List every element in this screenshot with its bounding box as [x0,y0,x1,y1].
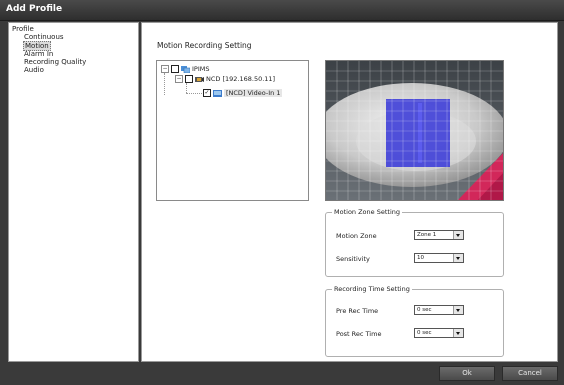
camera-icon [195,76,204,82]
motion-zone-label: Motion Zone [336,232,377,240]
collapse-icon[interactable]: − [175,75,183,83]
device-tree[interactable]: − IPIMS − NCD [192.168.50.11] ✓ [NCD] Vi… [156,60,309,201]
tree-item-alarm-in[interactable]: Alarm In [23,50,54,58]
sensitivity-label: Sensitivity [336,255,370,263]
tree-item-recording-quality[interactable]: Recording Quality [23,58,87,66]
tree-node-label: IPIMS [192,65,210,73]
pre-rec-time-select[interactable]: 0 sec [414,305,464,315]
post-rec-time-label: Post Rec Time [336,330,382,338]
tree-node-video-in-1[interactable]: ✓ [NCD] Video-In 1 [203,88,283,98]
motion-zone-value: Zone 1 [417,232,437,238]
window-title: Add Profile [6,4,63,14]
dropdown-arrow-icon[interactable] [453,231,463,239]
tree-connector [186,93,202,94]
checkbox-ipims[interactable] [171,65,179,73]
settings-panel: Motion Recording Setting − IPIMS − NCD [… [141,22,558,362]
group-icon [181,65,190,73]
tree-node-label: [NCD] Video-In 1 [224,89,283,97]
pre-rec-time-value: 0 sec [417,307,432,313]
tree-node-ncd[interactable]: − NCD [192.168.50.11] [175,74,275,84]
dropdown-arrow-icon[interactable] [453,306,463,314]
tree-item-continuous[interactable]: Continuous [23,33,65,41]
group-title: Recording Time Setting [332,285,412,293]
tree-node-label: NCD [192.168.50.11] [206,75,276,83]
tree-node-ipims[interactable]: − IPIMS [161,64,210,74]
camera-image [326,61,503,200]
motion-zone-select[interactable]: Zone 1 [414,230,464,240]
section-title: Motion Recording Setting [157,41,252,50]
tree-root-profile[interactable]: Profile [12,25,34,33]
video-preview[interactable] [325,60,504,201]
motion-zone-group: Motion Zone Setting Motion Zone Zone 1 S… [325,208,504,277]
checkbox-video-in-1[interactable]: ✓ [203,89,211,97]
profile-tree-panel: Profile Continuous Motion Alarm In Recor… [8,22,139,362]
dropdown-arrow-icon[interactable] [453,329,463,337]
post-rec-time-value: 0 sec [417,330,432,336]
tree-connector [186,83,187,93]
recording-time-group: Recording Time Setting Pre Rec Time 0 se… [325,285,504,357]
sensitivity-select[interactable]: 10 [414,253,464,263]
pre-rec-time-label: Pre Rec Time [336,307,379,315]
ok-button[interactable]: Ok [439,366,495,381]
dropdown-arrow-icon[interactable] [453,254,463,262]
tree-item-audio[interactable]: Audio [23,66,45,74]
group-title: Motion Zone Setting [332,208,402,216]
sensitivity-value: 10 [417,255,424,261]
post-rec-time-select[interactable]: 0 sec [414,328,464,338]
video-channel-icon [213,89,222,97]
checkbox-ncd[interactable] [185,75,193,83]
title-bar: Add Profile [0,0,564,21]
cancel-button[interactable]: Cancel [502,366,558,381]
tree-connector [164,73,165,95]
collapse-icon[interactable]: − [161,65,169,73]
